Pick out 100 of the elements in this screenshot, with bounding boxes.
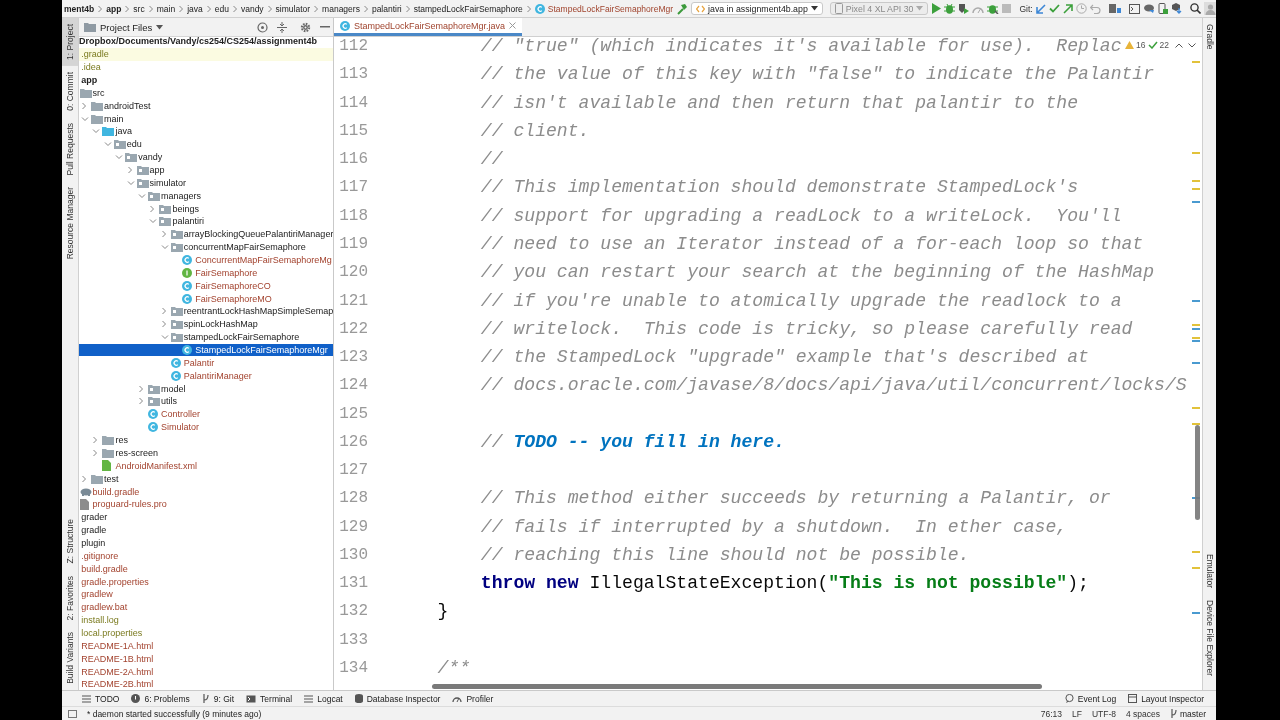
status-item[interactable]: UTF-8 xyxy=(1091,708,1116,719)
tool-window-tab[interactable]: Device File Explorer xyxy=(1203,593,1216,682)
tool-window-tab[interactable]: Gradle xyxy=(1203,18,1216,56)
breadcrumb[interactable]: ment4b xyxy=(64,3,95,14)
tree-item[interactable]: palantiri xyxy=(79,215,333,228)
tool-window-tab[interactable]: 0: Commit xyxy=(62,65,78,117)
status-item[interactable]: 4 spaces xyxy=(1126,708,1160,719)
tree-item[interactable]: res xyxy=(79,433,333,447)
tree-item[interactable]: vandy xyxy=(79,150,333,164)
breadcrumb[interactable]: java xyxy=(187,3,203,14)
tree-item[interactable]: install.log xyxy=(79,613,333,627)
tool-window-tab[interactable]: Z: Structure xyxy=(62,513,78,570)
tree-item[interactable]: test xyxy=(79,472,333,486)
breadcrumb[interactable]: edu xyxy=(214,3,229,14)
code-line: // This method either succeeds by returning a Palantir, or xyxy=(479,488,1111,509)
tree-item[interactable]: build.gradle xyxy=(79,485,333,498)
tool-window-tab[interactable]: 1: Project xyxy=(62,18,78,66)
breadcrumb[interactable]: stampedLockFairSemaphore xyxy=(413,3,523,14)
tree-item[interactable]: README-1B.html xyxy=(79,652,333,666)
tree-item[interactable]: .gradle xyxy=(79,47,333,61)
tree-item[interactable]: Simulator xyxy=(79,420,333,434)
tree-item[interactable]: proguard-rules.pro xyxy=(79,497,333,511)
breadcrumb[interactable]: vandy xyxy=(240,3,264,14)
tree-item[interactable]: gradlew.bat xyxy=(79,600,333,614)
line-number: 117 xyxy=(338,178,369,197)
breadcrumb[interactable]: app xyxy=(106,3,122,14)
tool-window-tab[interactable]: Layout Inspector xyxy=(1128,693,1204,704)
tree-item[interactable]: README-1A.html xyxy=(79,639,333,653)
editor-tab[interactable]: StampedLockFairSemaphoreMgr.java xyxy=(334,18,523,36)
tree-item[interactable]: app xyxy=(79,73,333,87)
tree-item[interactable]: StampedLockFairSemaphoreMgr xyxy=(79,343,333,357)
tree-item[interactable]: Dropbox/Documents/Vandy/cs254/CS254/assignment4b xyxy=(79,35,333,48)
tool-window-tab[interactable]: 6: Problems xyxy=(131,693,190,704)
tree-item[interactable]: simulator xyxy=(79,176,333,190)
tree-item[interactable]: build.gradle xyxy=(79,562,333,576)
code-line: // writelock. This code is tricky, so please carefully read xyxy=(479,318,1133,339)
tree-item[interactable]: FairSemaphoreMO xyxy=(79,292,333,306)
tool-window-tab[interactable]: Emulator xyxy=(1203,547,1216,594)
tree-item[interactable]: .gitignore xyxy=(79,549,333,563)
tool-window-tab[interactable]: Build Variants xyxy=(62,626,78,690)
tree-item[interactable]: main xyxy=(79,112,333,125)
tree-item[interactable]: .idea xyxy=(79,60,333,74)
run-config-dropdown[interactable]: java in assignment4b.app xyxy=(691,2,823,15)
tool-window-tab[interactable]: Database Inspector xyxy=(354,693,441,704)
status-item[interactable]: LF xyxy=(1071,708,1082,719)
tree-item[interactable]: gradle.properties xyxy=(79,575,333,588)
tool-window-tab[interactable]: Logcat xyxy=(304,693,343,704)
tree-item[interactable]: utils xyxy=(79,395,333,408)
line-number: 114 xyxy=(338,93,369,112)
tool-window-tab[interactable]: 2: Favorites xyxy=(62,569,78,627)
tree-item[interactable]: README-2A.html xyxy=(79,665,333,678)
tree-item[interactable]: spinLockHashMap xyxy=(79,317,333,331)
tree-item[interactable]: managers xyxy=(79,189,333,203)
tree-item[interactable]: reentrantLockHashMapSimpleSemap xyxy=(79,305,333,318)
inspection-widget[interactable]: 16 22 xyxy=(1123,39,1198,51)
tree-item[interactable]: ConcurrentMapFairSemaphoreMg xyxy=(79,253,333,267)
status-item[interactable]: 76:13 xyxy=(1040,708,1062,719)
tree-item[interactable]: beings xyxy=(79,202,333,216)
tree-item[interactable]: stampedLockFairSemaphore xyxy=(79,330,333,344)
tree-item[interactable]: src xyxy=(79,86,333,100)
tree-item[interactable]: gradle xyxy=(79,523,333,537)
tool-window-tab[interactable]: TODO xyxy=(82,693,120,704)
tree-item[interactable]: AndroidManifest.xml xyxy=(79,459,333,473)
tool-window-tab[interactable]: Terminal xyxy=(246,693,293,704)
tree-item[interactable]: Controller xyxy=(79,407,333,421)
breadcrumb[interactable]: palantiri xyxy=(371,3,402,14)
breadcrumb[interactable]: StampedLockFairSemaphoreMgr xyxy=(534,3,674,14)
tree-item[interactable]: edu xyxy=(79,137,333,151)
tree-item[interactable]: app xyxy=(79,163,333,177)
tool-window-tab[interactable]: 9: Git xyxy=(201,693,235,704)
project-view-dropdown[interactable]: Project Files xyxy=(84,21,164,33)
tree-item[interactable]: model xyxy=(79,382,333,396)
breadcrumb[interactable]: src xyxy=(133,3,145,14)
tool-window-tab[interactable]: Pull Requests xyxy=(62,116,78,182)
breadcrumb[interactable]: managers xyxy=(322,3,360,14)
tree-item[interactable]: arrayBlockingQueuePalantiriManager xyxy=(79,227,333,241)
code-line: } xyxy=(436,601,449,622)
tree-item[interactable]: grader xyxy=(79,510,333,524)
code-line: // docs.oracle.com/javase/8/docs/api/java/util/concurrent/locks/S xyxy=(479,375,1187,396)
breadcrumb[interactable]: main xyxy=(156,3,176,14)
tree-item[interactable]: Palantir xyxy=(79,356,333,370)
tool-window-tab[interactable]: Resource Manager xyxy=(62,181,78,266)
code-line: // if you're unable to atomically upgrade the readlock to a xyxy=(479,290,1122,311)
tree-item[interactable]: androidTest xyxy=(79,99,333,113)
tree-item[interactable]: concurrentMapFairSemaphore xyxy=(79,240,333,254)
breadcrumb[interactable]: simulator xyxy=(275,3,311,14)
tool-window-tab[interactable]: Event Log xyxy=(1064,693,1117,704)
tree-item[interactable]: plugin xyxy=(79,536,333,550)
tree-item[interactable]: gradlew xyxy=(79,587,333,601)
tool-window-tab[interactable]: Profiler xyxy=(452,693,494,704)
tree-item[interactable]: local.properties xyxy=(79,626,333,640)
tree-item[interactable]: res-screen xyxy=(79,446,333,460)
code-line: // xyxy=(479,149,503,170)
tree-item[interactable]: PalantiriManager xyxy=(79,369,333,383)
tree-item[interactable]: README-2B.html xyxy=(79,677,333,690)
tree-item[interactable]: java xyxy=(79,125,333,138)
tree-item[interactable]: FairSemaphoreCO xyxy=(79,279,333,293)
tree-item[interactable]: FairSemaphore xyxy=(79,266,333,280)
code-line: /** xyxy=(436,657,470,678)
vcs-branch[interactable]: master xyxy=(1170,708,1206,719)
